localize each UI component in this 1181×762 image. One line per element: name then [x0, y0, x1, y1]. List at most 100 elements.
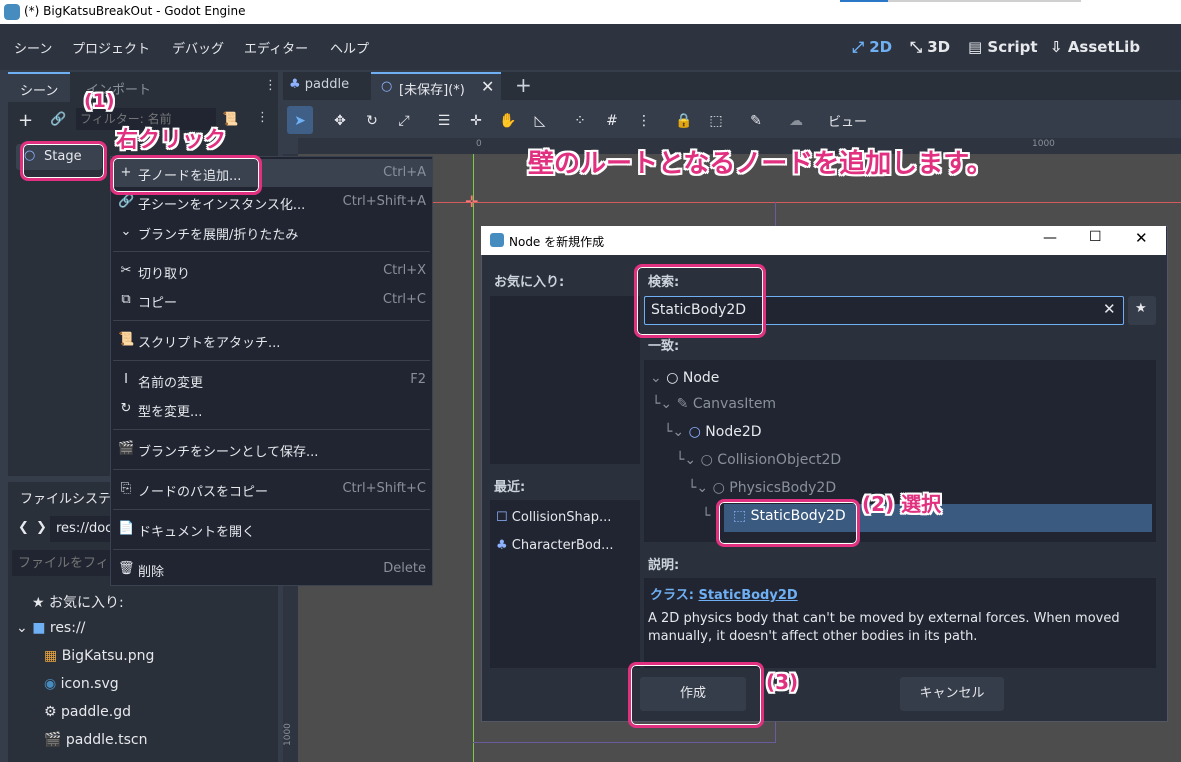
- fs-root[interactable]: ⌄ ■ res://: [16, 620, 85, 636]
- tab-filesystem[interactable]: ファイルシステム: [20, 488, 124, 507]
- maximize-icon[interactable]: ☐: [1089, 229, 1102, 245]
- scale-icon[interactable]: ⤢: [394, 111, 414, 131]
- scene-menu-icon[interactable]: ⋮: [256, 110, 269, 125]
- ctx-separator: [113, 360, 430, 361]
- tree-node-node2d[interactable]: └⌄ ○ Node2D: [664, 424, 762, 440]
- tree-node-physicsbody2d[interactable]: └⌄ ○ PhysicsBody2D: [688, 480, 836, 496]
- favorite-star-button[interactable]: ★: [1128, 296, 1156, 325]
- path-field[interactable]: res://doc: [50, 516, 112, 542]
- tree-node-collisionobject2d[interactable]: └⌄ ○ CollisionObject2D: [676, 452, 841, 468]
- pan-icon[interactable]: ✋: [498, 111, 518, 131]
- editor-tab-unsaved[interactable]: ○ [未保存](*) ✕: [371, 72, 501, 102]
- ctx-separator: [113, 429, 430, 430]
- fs-file-paddle-gd[interactable]: ⚙ paddle.gd: [44, 704, 131, 720]
- class-link[interactable]: StaticBody2D: [698, 588, 797, 603]
- cancel-button[interactable]: キャンセル: [900, 677, 1004, 711]
- tree-branch-icon: └⌄: [676, 452, 697, 468]
- lock-icon[interactable]: 🔒: [674, 111, 694, 131]
- refresh-icon: ↻: [120, 401, 132, 416]
- menu-project[interactable]: プロジェクト: [72, 38, 150, 57]
- ctx-change-type[interactable]: ↻ 型を変更...: [111, 395, 432, 423]
- group-icon[interactable]: ⬚: [706, 111, 726, 131]
- ctx-save-branch-as-scene[interactable]: 🎬 ブランチをシーンとして保存...: [111, 435, 432, 463]
- link-icon[interactable]: 🔗: [50, 112, 66, 127]
- workspace-3d-label: 3D: [927, 38, 951, 56]
- fs-favorites[interactable]: ★ お気に入り:: [32, 592, 124, 612]
- ctx-rename[interactable]: I 名前の変更 F2: [111, 366, 432, 394]
- menu-scene[interactable]: シーン: [14, 38, 52, 57]
- ruler-icon[interactable]: ◺: [530, 111, 550, 131]
- fs-file-paddle-tscn[interactable]: 🎬 paddle.tscn: [44, 732, 147, 748]
- pivot-icon[interactable]: ✛: [466, 111, 486, 131]
- class-prefix: クラス:: [650, 588, 694, 603]
- annotation-box-stage: [20, 141, 107, 181]
- tree-branch-icon: └⌄: [688, 480, 709, 496]
- gear-icon: ⚙: [44, 704, 57, 720]
- forward-icon[interactable]: ❯: [36, 520, 47, 535]
- add-node-icon[interactable]: +: [18, 110, 33, 131]
- tab-scene[interactable]: シーン: [8, 72, 70, 102]
- menu-editor[interactable]: エディター: [244, 38, 308, 57]
- tree-node-node[interactable]: ⌄ ○ Node: [650, 370, 719, 386]
- fs-file-bigkatsu[interactable]: ▦ BigKatsu.png: [44, 648, 154, 664]
- recent-item-label: CollisionShap...: [511, 510, 612, 525]
- tree-node-canvasitem[interactable]: └⌄ ✎ CanvasItem: [652, 396, 776, 412]
- character-icon: ♣: [289, 77, 301, 92]
- tab-scene-label: シーン: [20, 84, 59, 99]
- scissors-icon: ✂: [120, 263, 132, 278]
- ctx-attach-script[interactable]: 📜 スクリプトをアタッチ...: [111, 326, 432, 354]
- recent-item-collisionshape[interactable]: ☐ CollisionShap...: [496, 510, 611, 525]
- fs-file-icon-svg[interactable]: ◉ icon.svg: [44, 676, 119, 692]
- ctx-cut[interactable]: ✂ 切り取り Ctrl+X: [111, 257, 432, 285]
- pencil-icon: ✎: [676, 396, 689, 412]
- ctx-label: ドキュメントを開く: [138, 525, 256, 540]
- minimize-icon[interactable]: —: [1043, 230, 1057, 246]
- workspace-3d[interactable]: ⤡ 3D: [910, 38, 950, 56]
- tree-branch-icon: └: [702, 508, 711, 524]
- ctx-label: 子シーンをインスタンス化...: [138, 198, 306, 213]
- close-tab-icon[interactable]: ✕: [481, 77, 494, 96]
- back-icon[interactable]: ❮: [18, 520, 29, 535]
- workspace-assetlib[interactable]: ⇩ AssetLib: [1050, 38, 1140, 56]
- window-title-bar: (*) BigKatsuBreakOut - Godot Engine: [0, 0, 1181, 24]
- workspace-assetlib-label: AssetLib: [1067, 38, 1141, 56]
- ctx-label: ブランチをシーンとして保存...: [138, 445, 319, 460]
- ctx-label: 切り取り: [138, 267, 191, 282]
- copy-icon: ⧉: [121, 292, 131, 307]
- clear-search-icon[interactable]: ✕: [1103, 300, 1116, 318]
- file-filter-input[interactable]: [12, 550, 124, 576]
- rotate-icon[interactable]: ↻: [362, 111, 382, 131]
- ctx-label: ブランチを展開/折りたたみ: [138, 228, 299, 243]
- workspace-script-icon: ▤: [968, 38, 983, 56]
- fs-favorites-label: お気に入り:: [49, 595, 124, 611]
- ctx-open-documentation[interactable]: 📄 ドキュメントを開く: [111, 515, 432, 543]
- ctx-label: ノードのパスをコピー: [138, 485, 269, 500]
- recent-item-characterbody[interactable]: ♣ CharacterBod...: [496, 538, 614, 553]
- dock-menu-icon[interactable]: ⋮: [264, 78, 277, 93]
- tree-branch-icon: └⌄: [664, 424, 685, 440]
- workspace-script[interactable]: ▤ Script: [968, 38, 1038, 56]
- file-name: BigKatsu.png: [61, 648, 155, 664]
- ctx-expand-collapse-branch[interactable]: ⌄ ブランチを展開/折りたたみ: [111, 218, 432, 246]
- workspace-2d[interactable]: ⤢ 2D: [852, 38, 892, 56]
- view-menu[interactable]: ビュー: [828, 111, 867, 130]
- new-tab-icon[interactable]: +: [515, 73, 532, 97]
- grid-icon[interactable]: #: [602, 111, 622, 131]
- favorites-list[interactable]: [490, 296, 640, 464]
- editor-tab-paddle[interactable]: ♣ paddle: [289, 77, 349, 92]
- menu-debug[interactable]: デバッグ: [172, 38, 224, 57]
- annotation-box-staticbody: [716, 499, 860, 547]
- node-circle-icon: ○: [688, 424, 701, 440]
- snap-icon[interactable]: ⁘: [570, 111, 590, 131]
- annotation-box-create: [628, 662, 764, 728]
- close-icon[interactable]: ✕: [1135, 229, 1148, 247]
- list-select-icon[interactable]: ☰: [434, 111, 454, 131]
- toolbar-menu-icon[interactable]: ⋮: [634, 111, 654, 131]
- ctx-copy[interactable]: ⧉ コピー Ctrl+C: [111, 286, 432, 314]
- bone-icon[interactable]: ✎: [746, 111, 766, 131]
- particles-icon[interactable]: ☁: [786, 111, 806, 131]
- move-icon[interactable]: ✥: [330, 111, 350, 131]
- menu-help[interactable]: ヘルプ: [330, 38, 369, 57]
- ctx-delete[interactable]: 🗑 削除 Delete: [111, 555, 432, 583]
- ctx-copy-node-path[interactable]: ⎘ ノードのパスをコピー Ctrl+Shift+C: [111, 475, 432, 503]
